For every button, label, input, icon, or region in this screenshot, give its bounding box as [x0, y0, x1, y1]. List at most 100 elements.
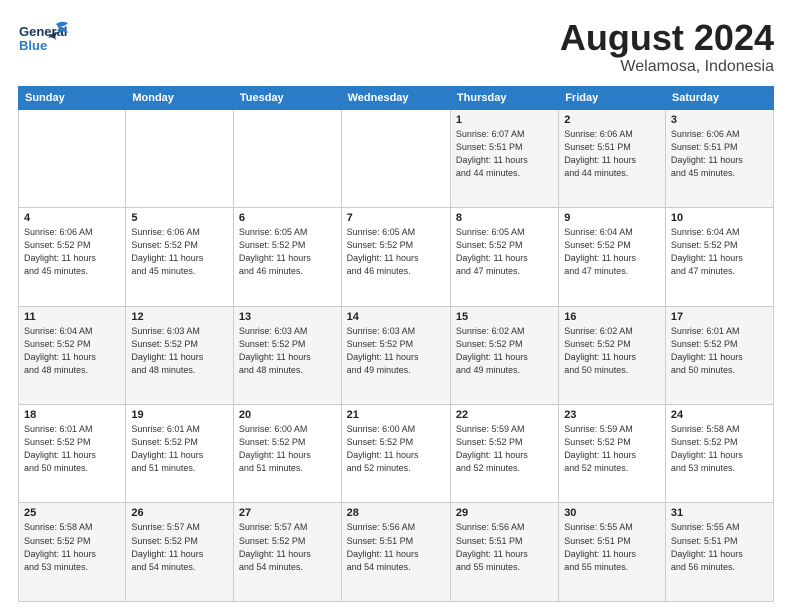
calendar-cell: 26Sunrise: 5:57 AM Sunset: 5:52 PM Dayli…: [126, 503, 234, 602]
calendar-cell: 6 Sunrise: 6:05 AM Sunset: 5:52 PM Daylig…: [233, 208, 341, 306]
calendar-cell: 5 Sunrise: 6:06 AM Sunset: 5:52 PM Daylig…: [126, 208, 234, 306]
calendar-week-row: 4 Sunrise: 6:06 AM Sunset: 5:52 PM Daylig…: [19, 208, 774, 306]
day-info: Sunrise: 6:04 AM Sunset: 5:52 PM Dayligh…: [564, 226, 660, 278]
calendar-cell: 10 Sunrise: 6:04 AM Sunset: 5:52 PM Dayli…: [665, 208, 773, 306]
logo-icon: General Blue: [18, 18, 70, 60]
calendar-cell: 21Sunrise: 6:00 AM Sunset: 5:52 PM Dayli…: [341, 405, 450, 503]
weekday-header: Saturday: [665, 86, 773, 109]
day-info: Sunrise: 6:06 AM Sunset: 5:51 PM Dayligh…: [564, 128, 660, 180]
calendar-cell: 4 Sunrise: 6:06 AM Sunset: 5:52 PM Daylig…: [19, 208, 126, 306]
calendar-cell: 30Sunrise: 5:55 AM Sunset: 5:51 PM Dayli…: [559, 503, 666, 602]
day-number: 5: [131, 212, 228, 224]
calendar-table: SundayMondayTuesdayWednesdayThursdayFrid…: [18, 86, 774, 602]
calendar-cell: 22 Sunrise: 5:59 AM Sunset: 5:52 PM Dayli…: [450, 405, 558, 503]
day-info: Sunrise: 6:05 AM Sunset: 5:52 PM Dayligh…: [456, 226, 553, 278]
weekday-header: Sunday: [19, 86, 126, 109]
calendar-cell: [341, 109, 450, 207]
calendar-cell: 16 Sunrise: 6:02 AM Sunset: 5:52 PM Dayli…: [559, 306, 666, 404]
day-info: Sunrise: 6:03 AM Sunset: 5:52 PM Dayligh…: [347, 325, 445, 377]
day-number: 26: [131, 507, 228, 519]
calendar-week-row: 25Sunrise: 5:58 AM Sunset: 5:52 PM Dayli…: [19, 503, 774, 602]
day-number: 2: [564, 114, 660, 126]
calendar-cell: [19, 109, 126, 207]
day-info: Sunrise: 6:04 AM Sunset: 5:52 PM Dayligh…: [671, 226, 768, 278]
day-info: Sunrise: 6:04 AM Sunset: 5:52 PM Dayligh…: [24, 325, 120, 377]
weekday-header: Wednesday: [341, 86, 450, 109]
day-number: 3: [671, 114, 768, 126]
day-info: Sunrise: 5:58 AM Sunset: 5:52 PM Dayligh…: [671, 423, 768, 475]
day-number: 16: [564, 311, 660, 323]
day-number: 7: [347, 212, 445, 224]
calendar-cell: 25Sunrise: 5:58 AM Sunset: 5:52 PM Dayli…: [19, 503, 126, 602]
location-subtitle: Welamosa, Indonesia: [560, 58, 774, 76]
calendar-cell: 8 Sunrise: 6:05 AM Sunset: 5:52 PM Daylig…: [450, 208, 558, 306]
day-info: Sunrise: 5:59 AM Sunset: 5:52 PM Dayligh…: [564, 423, 660, 475]
day-number: 8: [456, 212, 553, 224]
calendar-cell: 28 Sunrise: 5:56 AM Sunset: 5:51 PM Dayli…: [341, 503, 450, 602]
day-info: Sunrise: 5:55 AM Sunset: 5:51 PM Dayligh…: [564, 521, 660, 573]
day-number: 31: [671, 507, 768, 519]
calendar-cell: 19Sunrise: 6:01 AM Sunset: 5:52 PM Dayli…: [126, 405, 234, 503]
calendar-week-row: 18 Sunrise: 6:01 AM Sunset: 5:52 PM Dayli…: [19, 405, 774, 503]
calendar-cell: 27Sunrise: 5:57 AM Sunset: 5:52 PM Dayli…: [233, 503, 341, 602]
day-number: 6: [239, 212, 336, 224]
calendar-cell: 1 Sunrise: 6:07 AM Sunset: 5:51 PM Daylig…: [450, 109, 558, 207]
logo: General Blue: [18, 18, 70, 60]
day-number: 20: [239, 409, 336, 421]
calendar-cell: 18 Sunrise: 6:01 AM Sunset: 5:52 PM Dayli…: [19, 405, 126, 503]
day-info: Sunrise: 5:58 AM Sunset: 5:52 PM Dayligh…: [24, 521, 120, 573]
day-info: Sunrise: 6:03 AM Sunset: 5:52 PM Dayligh…: [131, 325, 228, 377]
calendar-week-row: 11Sunrise: 6:04 AM Sunset: 5:52 PM Dayli…: [19, 306, 774, 404]
calendar-header: SundayMondayTuesdayWednesdayThursdayFrid…: [19, 86, 774, 109]
day-info: Sunrise: 6:05 AM Sunset: 5:52 PM Dayligh…: [347, 226, 445, 278]
calendar-cell: 15 Sunrise: 6:02 AM Sunset: 5:52 PM Dayli…: [450, 306, 558, 404]
day-info: Sunrise: 5:55 AM Sunset: 5:51 PM Dayligh…: [671, 521, 768, 573]
day-number: 21: [347, 409, 445, 421]
day-number: 1: [456, 114, 553, 126]
calendar-cell: 7 Sunrise: 6:05 AM Sunset: 5:52 PM Daylig…: [341, 208, 450, 306]
calendar-cell: 24Sunrise: 5:58 AM Sunset: 5:52 PM Dayli…: [665, 405, 773, 503]
calendar-cell: 9 Sunrise: 6:04 AM Sunset: 5:52 PM Daylig…: [559, 208, 666, 306]
day-number: 15: [456, 311, 553, 323]
month-title: August 2024: [560, 18, 774, 58]
day-info: Sunrise: 6:01 AM Sunset: 5:52 PM Dayligh…: [671, 325, 768, 377]
weekday-header: Friday: [559, 86, 666, 109]
calendar-cell: [126, 109, 234, 207]
calendar-cell: 20Sunrise: 6:00 AM Sunset: 5:52 PM Dayli…: [233, 405, 341, 503]
calendar-cell: 13 Sunrise: 6:03 AM Sunset: 5:52 PM Dayli…: [233, 306, 341, 404]
calendar-cell: 12 Sunrise: 6:03 AM Sunset: 5:52 PM Dayli…: [126, 306, 234, 404]
day-number: 22: [456, 409, 553, 421]
title-block: August 2024 Welamosa, Indonesia: [560, 18, 774, 76]
day-info: Sunrise: 6:03 AM Sunset: 5:52 PM Dayligh…: [239, 325, 336, 377]
calendar-body: 1 Sunrise: 6:07 AM Sunset: 5:51 PM Daylig…: [19, 109, 774, 601]
calendar-cell: 29Sunrise: 5:56 AM Sunset: 5:51 PM Dayli…: [450, 503, 558, 602]
calendar-cell: 17 Sunrise: 6:01 AM Sunset: 5:52 PM Dayli…: [665, 306, 773, 404]
day-number: 27: [239, 507, 336, 519]
day-number: 13: [239, 311, 336, 323]
calendar-cell: 31 Sunrise: 5:55 AM Sunset: 5:51 PM Dayli…: [665, 503, 773, 602]
day-info: Sunrise: 6:06 AM Sunset: 5:52 PM Dayligh…: [131, 226, 228, 278]
day-info: Sunrise: 5:59 AM Sunset: 5:52 PM Dayligh…: [456, 423, 553, 475]
day-info: Sunrise: 6:02 AM Sunset: 5:52 PM Dayligh…: [564, 325, 660, 377]
day-number: 4: [24, 212, 120, 224]
day-info: Sunrise: 6:02 AM Sunset: 5:52 PM Dayligh…: [456, 325, 553, 377]
day-info: Sunrise: 6:06 AM Sunset: 5:52 PM Dayligh…: [24, 226, 120, 278]
weekday-header: Thursday: [450, 86, 558, 109]
calendar-cell: 14 Sunrise: 6:03 AM Sunset: 5:52 PM Dayli…: [341, 306, 450, 404]
calendar-cell: [233, 109, 341, 207]
day-number: 17: [671, 311, 768, 323]
day-number: 14: [347, 311, 445, 323]
weekday-row: SundayMondayTuesdayWednesdayThursdayFrid…: [19, 86, 774, 109]
calendar-cell: 11Sunrise: 6:04 AM Sunset: 5:52 PM Dayli…: [19, 306, 126, 404]
day-info: Sunrise: 6:07 AM Sunset: 5:51 PM Dayligh…: [456, 128, 553, 180]
day-number: 12: [131, 311, 228, 323]
weekday-header: Tuesday: [233, 86, 341, 109]
day-info: Sunrise: 5:56 AM Sunset: 5:51 PM Dayligh…: [347, 521, 445, 573]
day-number: 28: [347, 507, 445, 519]
day-number: 18: [24, 409, 120, 421]
day-info: Sunrise: 6:01 AM Sunset: 5:52 PM Dayligh…: [24, 423, 120, 475]
calendar-cell: 3Sunrise: 6:06 AM Sunset: 5:51 PM Daylig…: [665, 109, 773, 207]
day-number: 9: [564, 212, 660, 224]
day-info: Sunrise: 6:05 AM Sunset: 5:52 PM Dayligh…: [239, 226, 336, 278]
day-number: 10: [671, 212, 768, 224]
